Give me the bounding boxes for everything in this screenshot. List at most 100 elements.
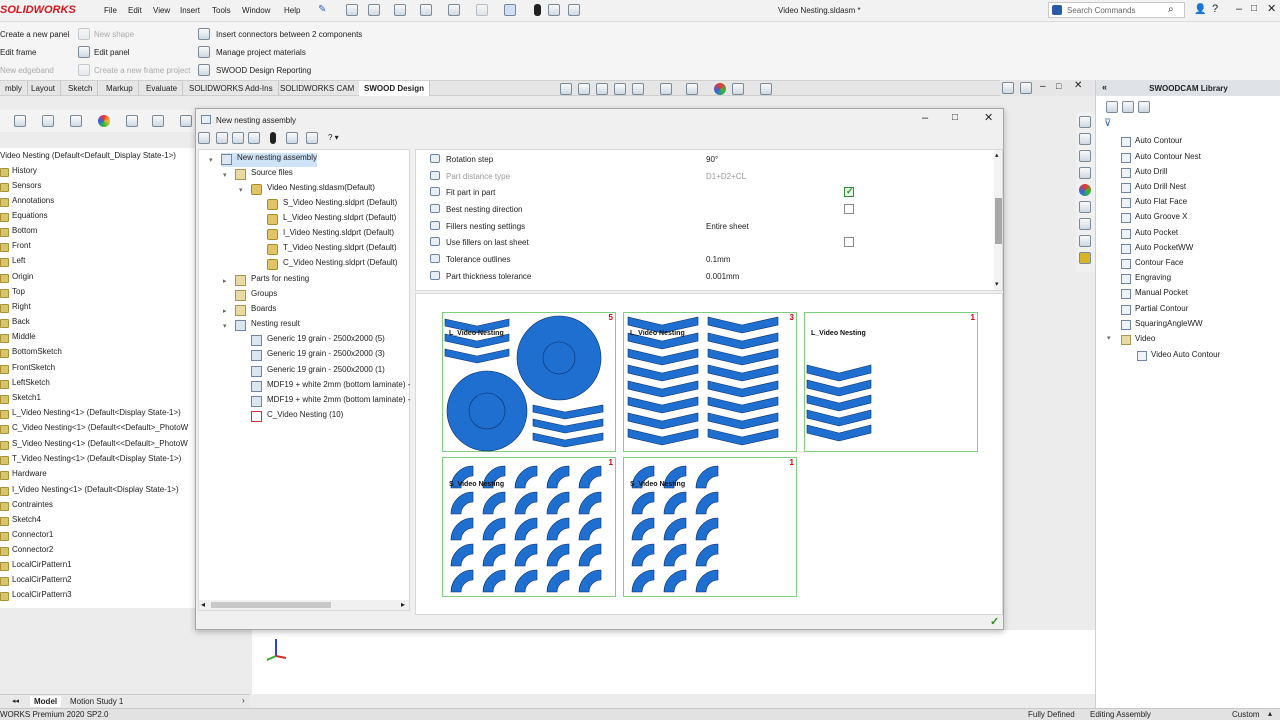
zoom-icon[interactable] [560,83,572,95]
file-explorer-tab-icon[interactable] [1079,150,1091,162]
appearances-tab-icon[interactable] [1079,184,1091,196]
tree-item[interactable]: Left [0,256,25,270]
prop-fillers-last-sheet[interactable]: Use fillers on last sheet [416,234,996,250]
tree-part[interactable]: S_Video Nesting.sldprt (Default) [267,198,397,212]
open-icon[interactable] [394,4,406,16]
props-scrollbar[interactable]: ▴ ▾ [994,150,1002,290]
tree-item[interactable]: Top [0,287,25,301]
cam-tab-icon[interactable] [126,115,138,127]
library-item[interactable]: Auto Groove X [1121,212,1187,223]
tabs-scroll-right-icon[interactable]: › [242,696,245,705]
fit-part-checkbox[interactable] [844,186,854,197]
tree-item[interactable]: Right [0,302,31,316]
nesting-preview[interactable]: 5 L_Video Nesting 3 L_Video Nesting 1 L_Video… [415,293,1003,615]
tree-part[interactable]: C_Video Nesting.sldprt (Default) [267,258,398,272]
tree-hscrollbar[interactable]: ◂ ▸ [199,600,409,610]
tree-item[interactable]: Connector1 [0,530,53,544]
nesting-sheet[interactable]: 3 L_Video Nesting [623,312,797,452]
tree-item[interactable]: C_Video Nesting<1> (Default<<Default>_Ph… [0,423,188,437]
panel-minimize-icon[interactable]: – [1040,81,1046,92]
library-item[interactable]: Auto Drill [1121,167,1167,178]
tree-item[interactable]: L_Video Nesting<1> (Default<Display Stat… [0,408,181,422]
tree-part[interactable]: I_Video Nesting.sldprt (Default) [267,228,394,242]
user-icon[interactable]: 👤 [1194,4,1206,15]
library-item[interactable]: Engraving [1121,273,1171,284]
dialog-close-icon[interactable]: ✕ [984,111,993,124]
tree-source-files[interactable]: ▾ Source files [223,168,293,182]
prop-part-distance-type[interactable]: Part distance type D1+D2+CL [416,168,996,184]
panel-maximize-icon[interactable]: □ [1056,81,1061,91]
library-tree-icon[interactable] [1122,101,1134,113]
library-item[interactable]: Auto Pocket [1121,228,1178,239]
tree-item[interactable]: Bottom [0,226,37,240]
scroll-right-icon[interactable]: ▸ [401,600,405,609]
library-tab-icon[interactable] [180,115,192,127]
ok-check-icon[interactable]: ✓ [990,615,999,628]
library-item[interactable]: Auto Drill Nest [1121,182,1186,193]
new-edgeband-button[interactable]: New edgeband [0,66,54,75]
new-shape-button[interactable]: New shape [94,30,134,39]
tab-layout[interactable]: Layout [26,81,62,96]
tree-item[interactable]: Equations [0,211,48,225]
prop-fillers-settings[interactable]: Fillers nesting settings Entire sheet [416,218,996,234]
fillers-last-checkbox[interactable] [844,237,854,247]
save-icon[interactable] [420,4,432,16]
prop-tolerance-outlines[interactable]: Tolerance outlines 0.1mm [416,251,996,267]
home-tab-icon[interactable] [1079,116,1091,128]
tab-swood-design[interactable]: SWOOD Design [359,81,431,96]
library-item[interactable]: Auto Flat Face [1121,197,1187,208]
collapse-panel-icon[interactable]: « [1102,82,1107,92]
scroll-thumb[interactable] [211,602,331,608]
tab-cam[interactable]: SOLIDWORKS CAM [275,81,361,96]
reporting-button[interactable]: SWOOD Design Reporting [216,66,311,75]
config-tab-icon[interactable] [70,115,82,127]
library-item[interactable]: Manual Pocket [1121,288,1188,299]
tree-item[interactable]: T_Video Nesting<1> (Default<Display Stat… [0,454,181,468]
scroll-up-icon[interactable]: ▴ [995,151,999,159]
property-tab-icon[interactable] [42,115,54,127]
tree-boards[interactable]: ▸ Boards [223,304,276,318]
rebuild-icon[interactable] [548,4,560,16]
tree-item[interactable]: I_Video Nesting<1> (Default<Display Stat… [0,485,179,499]
tree-item[interactable]: LocalCirPattern1 [0,560,72,574]
library-edit-icon[interactable] [1138,101,1150,113]
library-item[interactable]: Contour Face [1121,258,1183,269]
resources-tab-icon[interactable] [1079,133,1091,145]
library-item[interactable]: Auto Contour [1121,136,1182,147]
minimize-icon[interactable]: – [1236,3,1242,15]
tab-scroll-icon[interactable]: ◂◂ [12,697,19,705]
appearance-icon[interactable] [714,83,726,95]
save-all-icon[interactable] [248,132,260,144]
scene-icon[interactable] [732,83,744,95]
tab-model[interactable]: Model [30,696,62,707]
tree-item[interactable]: LocalCirPattern3 [0,590,72,604]
display-style-icon[interactable] [660,83,672,95]
tree-item[interactable]: Contraintes [0,500,53,514]
tab-evaluate[interactable]: Evaluate [141,81,184,96]
tree-parts-for-nesting[interactable]: ▸ Parts for nesting [223,274,309,288]
tree-item[interactable]: Front [0,241,31,255]
dialog-maximize-icon[interactable]: □ [952,112,958,123]
graphics-area[interactable] [252,630,1095,694]
prop-thickness-tolerance[interactable]: Part thickness tolerance 0.001mm [416,268,996,284]
feature-tree-tab-icon[interactable] [14,115,26,127]
library-add-icon[interactable] [1106,101,1118,113]
create-new-panel-button[interactable]: Create a new panel [0,30,69,39]
menu-file[interactable]: File [104,6,117,15]
panel-close-icon[interactable]: ✕ [1074,80,1082,91]
tab-markup[interactable]: Markup [101,81,139,96]
tree-item[interactable]: Sensors [0,181,41,195]
nesting-sheet[interactable]: 1 S_Video Nesting [442,457,616,597]
menu-insert[interactable]: Insert [180,6,200,15]
zoom-area-icon[interactable] [578,83,590,95]
cam-library-tab-icon[interactable] [1079,235,1091,247]
close-window-icon[interactable]: ✕ [1267,2,1276,15]
library-item[interactable]: Auto Contour Nest [1121,152,1201,163]
tree-groups[interactable]: Groups [235,289,277,303]
prop-rotation-step[interactable]: Rotation step 90° [416,151,996,167]
tree-item[interactable]: History [0,166,37,180]
restore-icon[interactable] [1020,82,1032,94]
best-direction-checkbox[interactable] [844,204,854,214]
tools-tab-icon[interactable] [1079,252,1091,264]
select-icon[interactable] [504,4,516,16]
